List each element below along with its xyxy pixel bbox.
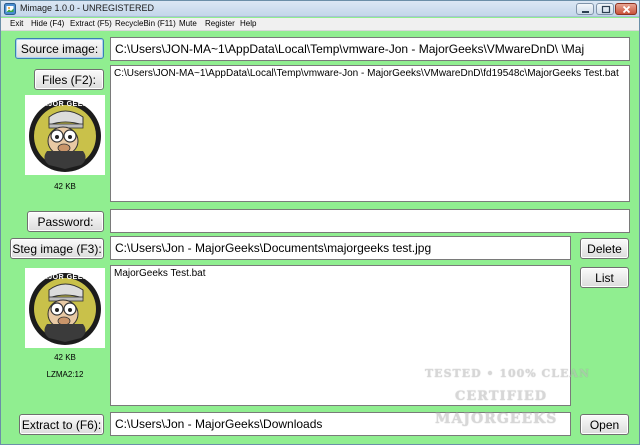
menu-recyclebin[interactable]: RecycleBin (F11) — [115, 19, 176, 28]
open-button-label: Open — [589, 418, 620, 432]
minimize-icon — [582, 11, 589, 13]
app-icon — [4, 3, 16, 15]
watermark-line3: MAJORGEEKS — [435, 411, 558, 427]
delete-button[interactable]: Delete — [580, 238, 629, 259]
open-button[interactable]: Open — [580, 414, 629, 435]
menu-hide[interactable]: Hide (F4) — [31, 19, 64, 28]
maximize-icon — [601, 5, 611, 14]
menu-bar: Exit Hide (F4) Extract (F5) RecycleBin (… — [1, 18, 639, 31]
majorgeeks-watermark: TESTED • 100% CLEAN CERTIFIED MAJORGEEKS — [425, 363, 589, 443]
extract-to-label: Extract to (F6): — [21, 418, 102, 432]
source-image-path[interactable]: C:\Users\JON-MA~1\AppData\Local\Temp\vmw… — [110, 37, 630, 61]
files-thumb-size: 42 KB — [54, 182, 76, 191]
files-button[interactable]: Files (F2): — [34, 69, 104, 90]
extract-to-button[interactable]: Extract to (F6): — [19, 414, 104, 435]
steg-image-label: Steg image (F3): — [12, 242, 102, 256]
files-list[interactable]: C:\Users\JON-MA~1\AppData\Local\Temp\vmw… — [110, 65, 630, 202]
source-image-button[interactable]: Source image: — [15, 38, 104, 59]
steg-compression: LZMA2:12 — [46, 370, 84, 379]
minimize-button[interactable] — [576, 3, 594, 15]
steg-image-path[interactable]: C:\Users\Jon - MajorGeeks\Documents\majo… — [110, 236, 571, 260]
password-button[interactable]: Password: — [27, 211, 104, 232]
menu-help[interactable]: Help — [240, 19, 256, 28]
steg-logo-text: MAJOR GEEKS — [36, 274, 94, 281]
source-image-label: Source image: — [20, 42, 99, 56]
files-button-label: Files (F2): — [42, 73, 96, 87]
close-button[interactable] — [615, 3, 637, 15]
password-button-label: Password: — [37, 215, 94, 229]
watermark-line1: TESTED • 100% CLEAN — [425, 367, 591, 380]
close-icon — [622, 5, 631, 14]
menu-exit[interactable]: Exit — [10, 19, 23, 28]
list-button-label: List — [595, 271, 614, 285]
password-field[interactable] — [110, 209, 630, 233]
menu-extract[interactable]: Extract (F5) — [70, 19, 112, 28]
menu-register[interactable]: Register — [205, 19, 235, 28]
maximize-button[interactable] — [596, 3, 614, 15]
title-bar: Mimage 1.0.0 - UNREGISTERED — [1, 1, 639, 17]
steg-thumb-size: 42 KB — [54, 353, 76, 362]
delete-button-label: Delete — [587, 242, 622, 256]
steg-image-button[interactable]: Steg image (F3): — [10, 238, 104, 259]
window-title: Mimage 1.0.0 - UNREGISTERED — [20, 3, 155, 13]
watermark-line2: CERTIFIED — [455, 389, 548, 404]
app-window: Mimage 1.0.0 - UNREGISTERED Exit Hide (F… — [0, 0, 640, 445]
menu-mute[interactable]: Mute — [179, 19, 197, 28]
list-button[interactable]: List — [580, 267, 629, 288]
files-logo-text: MAJOR GEEKS — [36, 101, 94, 108]
